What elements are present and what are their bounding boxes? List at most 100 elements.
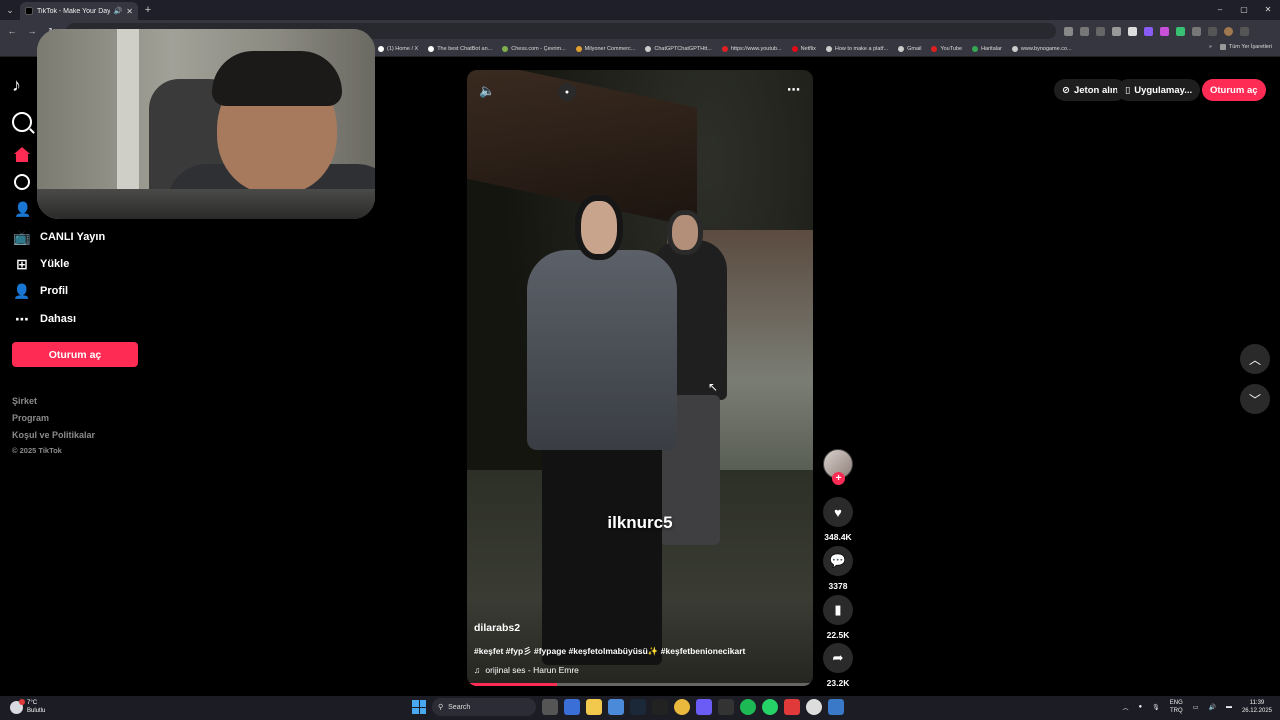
file-explorer-icon[interactable] [586, 699, 602, 715]
minimize-button[interactable]: – [1208, 0, 1232, 20]
footer-link-company[interactable]: Şirket [12, 393, 95, 410]
task-view-icon[interactable] [542, 699, 558, 715]
comment-action[interactable]: 💬 3378 [823, 546, 853, 591]
speaker-icon[interactable]: 🔊 [114, 7, 123, 15]
sidebar-item-profile[interactable]: 👤 Profil [13, 283, 68, 299]
heart-icon[interactable]: ♥ [823, 497, 853, 527]
video-progress-fill [467, 683, 557, 686]
video-more-icon[interactable]: ⋯ [787, 82, 801, 98]
bookmark-item[interactable]: Gmail [898, 46, 921, 52]
comment-icon[interactable]: 💬 [823, 546, 853, 576]
widgets-icon[interactable] [564, 699, 580, 715]
windows-start-icon[interactable] [412, 700, 426, 714]
home-icon[interactable] [14, 147, 30, 162]
bookmarks-more-button[interactable]: » [1209, 44, 1212, 50]
network-icon[interactable]: ▭ [1193, 704, 1199, 711]
obs-icon[interactable] [806, 699, 822, 715]
get-coins-button[interactable]: ⊘ Jeton alın [1054, 79, 1127, 101]
video-music[interactable]: ♫ orijinal ses - Harun Emre [474, 665, 579, 675]
more-icon: ⋯ [15, 310, 29, 327]
video-author[interactable]: dilarabs2 [474, 622, 520, 634]
next-video-button[interactable]: ﹀ [1240, 384, 1270, 414]
app-icon[interactable] [718, 699, 734, 715]
kebab-menu-icon[interactable] [1240, 26, 1249, 36]
mic-icon[interactable]: 🎙 [1152, 704, 1160, 711]
following-icon[interactable]: 👤 [14, 201, 31, 218]
bookmark-item[interactable]: ChatGPTChatGPTHtt... [645, 46, 712, 52]
get-app-button[interactable]: ▯ Uygulamay... [1117, 79, 1201, 101]
zoom-icon[interactable] [1080, 26, 1089, 36]
new-tab-button[interactable]: + [138, 4, 158, 16]
bookmark-item[interactable]: www.bynogame.co... [1011, 46, 1072, 52]
install-icon[interactable] [1096, 26, 1105, 36]
battery-icon[interactable]: ▬ [1226, 704, 1232, 710]
media-icon[interactable] [784, 699, 800, 715]
sidebar-icon[interactable] [1208, 26, 1217, 36]
video-progress-bar[interactable] [467, 683, 813, 686]
taskbar-search[interactable]: ⚲ Search [432, 698, 536, 716]
video-player[interactable]: ilknurc5 🔈 ● ⋯ dilarabs2 #keşfet #fyp彡 #… [467, 70, 813, 686]
explore-icon[interactable] [14, 174, 30, 190]
volume-icon[interactable]: 🔈 [479, 83, 495, 99]
tab-search-icon[interactable]: ⌄ [0, 0, 20, 20]
sidebar-item-more[interactable]: ⋯ Dahası [14, 311, 76, 327]
puzzle-icon[interactable] [1192, 26, 1201, 36]
weather-widget[interactable]: 7°C Bulutlu [10, 698, 45, 715]
app2-icon[interactable] [828, 699, 844, 715]
avatar-icon[interactable] [1224, 26, 1233, 36]
whatsapp-icon[interactable] [762, 699, 778, 715]
video-dot-button[interactable]: ● [558, 83, 576, 101]
extension-c-icon[interactable] [1160, 26, 1169, 36]
close-window-button[interactable]: ✕ [1256, 0, 1280, 20]
bookmark-label: https://www.youtub... [730, 46, 782, 52]
extension-b-icon[interactable] [1144, 26, 1153, 36]
tray-app-icon[interactable]: ● [1139, 704, 1143, 710]
browser-tab-bar: ⌄ TikTok - Make Your Day 🔊 ✕ + – ▢ ✕ [0, 0, 1280, 20]
video-caption[interactable]: #keşfet #fyp彡 #fypage #keşfetolmabüyüsü✨… [474, 645, 745, 657]
translate-icon[interactable] [1064, 26, 1073, 36]
discord-icon[interactable] [696, 699, 712, 715]
share-action[interactable]: ➦ 23.2K [823, 643, 853, 688]
like-action[interactable]: ♥ 348.4K [823, 497, 853, 542]
tiktok-logo[interactable]: ♪ [12, 75, 21, 96]
bookmark-item[interactable]: https://www.youtub... [721, 46, 782, 52]
save-action[interactable]: ▮ 22.5K [823, 595, 853, 640]
tab-close-icon[interactable]: ✕ [126, 7, 133, 16]
store-icon[interactable] [608, 699, 624, 715]
footer-link-program[interactable]: Program [12, 410, 95, 427]
chrome-icon[interactable] [674, 699, 690, 715]
follow-plus-icon[interactable]: + [832, 472, 845, 485]
top-login-button[interactable]: Oturum aç [1202, 79, 1266, 101]
bookmark-item[interactable]: Chess.com - Çevrim... [502, 46, 566, 52]
spotify-icon[interactable] [740, 699, 756, 715]
steam-icon[interactable] [630, 699, 646, 715]
maximize-button[interactable]: ▢ [1232, 0, 1256, 20]
bookmark-item[interactable]: The best ChatBot an... [428, 46, 492, 52]
language-indicator[interactable]: ENG TRQ [1170, 699, 1183, 715]
sidebar-item-live[interactable]: 📺 CANLI Yayın [13, 229, 105, 245]
bookmark-item[interactable]: YouTube [931, 46, 962, 52]
chevron-up-icon: ︿ [1248, 352, 1261, 367]
previous-video-button[interactable]: ︿ [1240, 344, 1270, 374]
share-icon[interactable]: ➦ [823, 643, 853, 673]
bookmark-item[interactable]: How to make a platf... [825, 46, 888, 52]
volume-tray-icon[interactable]: 🔊 [1208, 704, 1215, 711]
back-icon[interactable]: ← [6, 26, 18, 36]
clock[interactable]: 11:39 26.12.2025 [1242, 699, 1272, 715]
bookmark-item[interactable]: Milyoner Commerc... [575, 46, 635, 52]
browser-tab[interactable]: TikTok - Make Your Day 🔊 ✕ [20, 2, 138, 20]
bookmark-item[interactable]: Netflix [791, 46, 816, 52]
bookmark-item[interactable]: Haritalar [972, 46, 1002, 52]
tray-expand-icon[interactable]: ︿ [1123, 703, 1129, 712]
footer-link-terms[interactable]: Koşul ve Politikalar [12, 427, 95, 444]
bookmark-item[interactable]: (1) Home / X [378, 46, 418, 52]
star-icon[interactable] [1112, 26, 1121, 36]
search-icon[interactable] [12, 112, 32, 132]
github-icon[interactable] [652, 699, 668, 715]
bookmark-icon[interactable]: ▮ [823, 595, 853, 625]
extension-a-icon[interactable] [1128, 26, 1137, 36]
all-bookmarks-button[interactable]: Tüm Yer İşaretleri [1219, 44, 1272, 50]
extension-d-icon[interactable] [1176, 26, 1185, 36]
sidebar-login-button[interactable]: Oturum aç [12, 342, 138, 367]
sidebar-item-upload[interactable]: ⊞ Yükle [14, 256, 69, 272]
